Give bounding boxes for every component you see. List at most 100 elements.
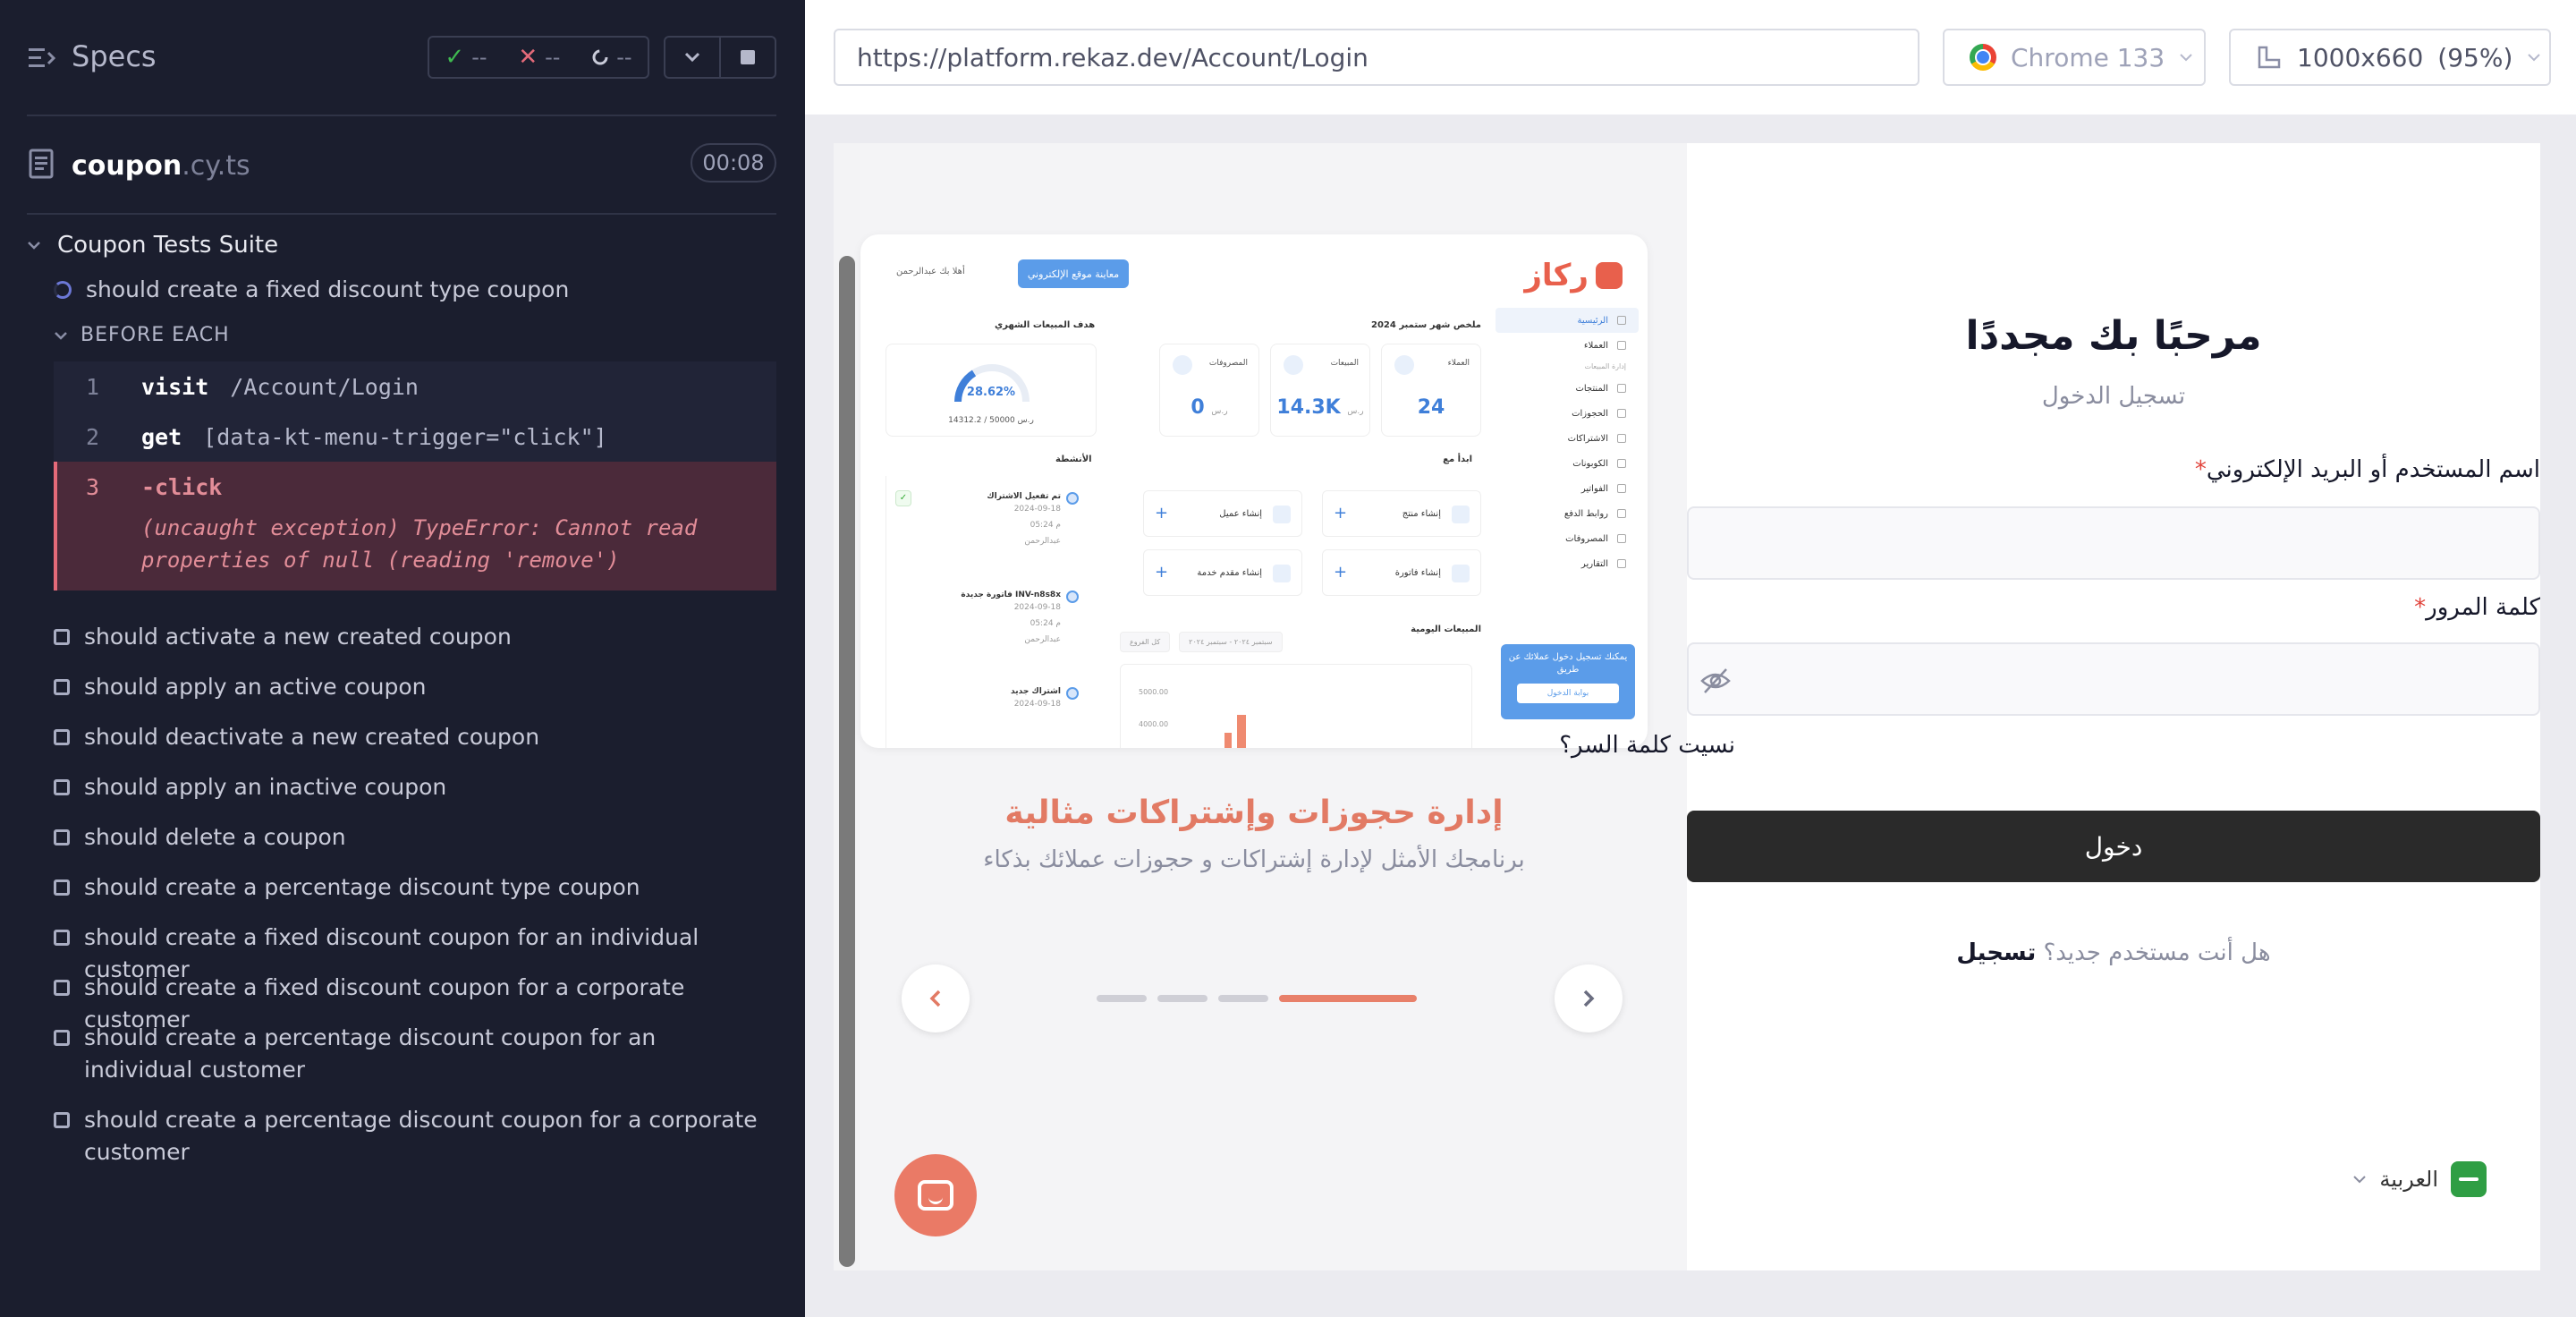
command-number: 3 [86,473,100,500]
carousel-prev-button[interactable] [902,964,970,1032]
login-button[interactable]: دخول [1687,811,2540,882]
brand-mark-icon [1596,262,1623,289]
login-title: مرحبًا بك مجددًا [1965,313,2262,359]
test-title: should deactivate a new created coupon [84,724,540,750]
wallet-icon [1617,534,1626,543]
command-arg: /Account/Login [230,373,419,400]
gauge-arc [954,364,1030,403]
pending-checkbox-icon [54,629,70,645]
chevron-right-icon [1583,990,1595,1007]
test-item[interactable]: should apply an inactive coupon [54,771,769,803]
ticket-icon [1617,459,1626,468]
test-stats: ✓ -- ✕ -- -- [428,36,649,79]
eye-off-icon[interactable] [1699,666,1732,696]
register-link[interactable]: تسجيل [1956,939,2036,966]
marketing-panel: ركاز معاينة موقع الإلكتروني أهلا بك عبدا… [860,143,1716,1270]
carousel-next-button[interactable] [1555,964,1623,1032]
test-item[interactable]: should create a percentage discount coup… [54,1104,769,1168]
command-log: 1 visit /Account/Login 2 get [data-kt-me… [54,361,776,591]
carousel-dot[interactable] [1157,995,1208,1002]
test-item[interactable]: should deactivate a new created coupon [54,721,769,753]
summary-heading: ملخص شهر ستمبر 2024 [1371,320,1481,330]
pending-checkbox-icon [54,1112,70,1128]
pending-checkbox-icon [54,1030,70,1046]
preview-site-button: معاينة موقع الإلكتروني [1018,259,1129,288]
pending-checkbox-icon [54,679,70,695]
users-icon [1394,355,1414,375]
test-item[interactable]: should activate a new created coupon [54,621,769,653]
url-field[interactable]: https://platform.rekaz.dev/Account/Login [834,29,1919,86]
chevron-down-icon [28,242,40,250]
language-selector[interactable]: العربية [2352,1161,2487,1197]
suite-header[interactable]: Coupon Tests Suite [27,225,278,265]
link-icon [1617,509,1626,518]
expand-button[interactable] [665,38,719,77]
report-icon [1617,559,1626,568]
browser-selector[interactable]: Chrome 133 [1943,29,2206,86]
browser-toolbar: https://platform.rekaz.dev/Account/Login… [805,0,2576,115]
test-title: should apply an inactive coupon [84,774,447,800]
scrollbar-track[interactable] [834,143,860,1270]
box-icon [1617,384,1626,393]
spec-file-name[interactable]: coupon.cy.ts [72,150,250,182]
sidebar-section: إدارة المبيعات [1584,362,1626,370]
check-icon: ✓ [445,44,465,71]
test-item[interactable]: should delete a coupon [54,821,769,854]
sidebar-item: الفواتير [1496,476,1639,501]
invoice-icon [1452,565,1470,582]
carousel-dot-active[interactable] [1279,995,1417,1002]
register-question: هل أنت مستخدم جديد؟ [2043,939,2271,966]
passed-count: -- [471,45,487,70]
quick-action: + إنشاء فاتورة [1322,549,1481,596]
carousel-dot[interactable] [1218,995,1268,1002]
scrollbar-thumb[interactable] [839,256,855,1267]
username-input[interactable] [1687,506,2540,580]
viewport-selector[interactable]: 1000x660 (95%) [2229,29,2551,86]
activity-heading: الأنشطة [1055,455,1092,464]
divider [27,213,776,215]
stop-button[interactable] [719,38,775,77]
chart-bar [1224,733,1232,748]
hook-before-each[interactable]: BEFORE EACH [54,324,230,346]
zoom-level: (95%) [2437,42,2513,72]
specs-header: Specs ✓ -- ✕ -- -- [0,0,805,116]
command-row[interactable]: 1 visit /Account/Login [54,361,776,412]
specs-list-icon[interactable] [29,47,55,70]
pending-checkbox-icon [54,980,70,996]
runner-controls [664,36,776,79]
stat-card-customers: العملاء 24 [1381,344,1481,437]
command-name: visit [141,373,209,400]
required-mark: * [2194,456,2207,483]
pending-count: -- [616,45,632,70]
chevron-down-icon [684,52,700,63]
specs-title[interactable]: Specs [72,39,157,73]
quick-action: + إنشاء عميل [1143,490,1302,537]
test-item[interactable]: should create a percentage discount type… [54,871,769,904]
branch-filter: كل الفروع [1120,632,1171,652]
chat-button[interactable] [894,1154,977,1236]
spec-file-ext: .cy.ts [182,150,250,182]
chevron-down-icon [2353,1176,2367,1184]
command-arg: [data-kt-menu-trigger="click"] [203,423,607,450]
pending-checkbox-icon [54,829,70,845]
forgot-password-link[interactable]: نسيت كلمة السر؟ [1559,732,1735,759]
chevron-down-icon [2180,54,2192,62]
repeat-icon [1617,434,1626,443]
pending-checkbox-icon [54,930,70,946]
carousel-dot[interactable] [1097,995,1147,1002]
test-item[interactable]: should apply an active coupon [54,671,769,703]
test-item-running[interactable]: should create a fixed discount type coup… [54,274,769,306]
password-input[interactable] [1687,642,2540,716]
command-row-error[interactable]: 3 -click (uncaught exception) TypeError:… [54,462,776,591]
running-spinner-icon [54,281,72,299]
activity-feed: ✓ تم تفعيل الاشتراك 2024-09-18 05:24 م ع… [886,476,1080,748]
users-icon [1617,341,1626,350]
pending-stat: -- [591,45,632,70]
test-item[interactable]: should create a percentage discount coup… [54,1022,769,1086]
command-row[interactable]: 2 get [data-kt-menu-trigger="click"] [54,412,776,462]
quick-action: + إنشاء مقدم خدمة [1143,549,1302,596]
error-message: (uncaught exception) TypeError: Cannot r… [141,515,698,573]
test-title: should activate a new created coupon [84,624,512,650]
saudi-flag-icon [2451,1161,2487,1197]
test-title: should create a percentage discount coup… [84,1107,758,1165]
